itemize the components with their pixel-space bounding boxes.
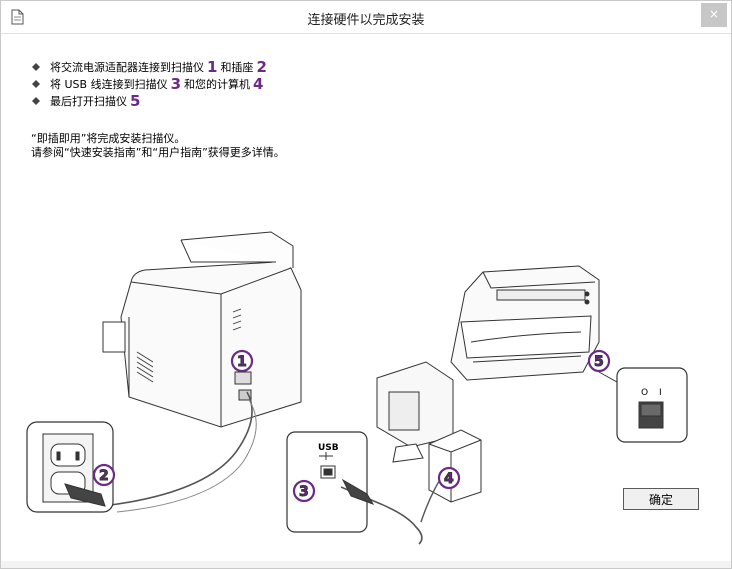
badge-1-number: 1 <box>237 354 247 370</box>
step-number: 2 <box>256 57 267 76</box>
scanner-front-illustration <box>450 265 600 381</box>
bullet-icon <box>32 96 40 105</box>
note-line-1: “即插即用”将完成安装扫描仪。 <box>31 132 186 145</box>
badge-4: 4 <box>437 466 461 490</box>
bottom-edge <box>1 561 731 568</box>
step-number: 4 <box>253 74 264 93</box>
instruction-step-3: 最后打开扫描仪 5 <box>31 91 270 110</box>
instruction-step-1: 将交流电源适配器连接到扫描仪 1 和插座 2 <box>31 57 270 76</box>
badge-1: 1 <box>230 349 254 373</box>
title-bar: 连接硬件以完成安装 × <box>1 1 731 34</box>
step-text: 最后打开扫描仪 <box>50 94 127 108</box>
step-text: 和插座 <box>220 60 254 74</box>
step-number: 1 <box>207 57 218 76</box>
step-text: 和您的计算机 <box>184 77 251 91</box>
close-button[interactable]: × <box>701 3 727 27</box>
badge-5: 5 <box>587 349 611 373</box>
bullet-icon <box>32 62 40 71</box>
note-line-2: 请参阅“快速安装指南”和“用户指南”获得更多详情。 <box>31 146 285 159</box>
content-area: 将交流电源适配器连接到扫描仪 1 和插座 2 将 USB 线连接到扫描仪 3 和… <box>1 34 731 561</box>
power-switch-illustration <box>598 367 688 443</box>
badge-2: 2 <box>92 463 116 487</box>
step-text: 将 USB 线连接到扫描仪 <box>50 77 168 91</box>
step-number: 5 <box>130 91 141 110</box>
badge-2-number: 2 <box>99 468 109 484</box>
usb-label: USB <box>318 443 339 453</box>
bullet-icon <box>32 79 40 88</box>
badge-3: 3 <box>292 479 316 503</box>
switch-on-label: I <box>659 388 662 398</box>
help-note: “即插即用”将完成安装扫描仪。 请参阅“快速安装指南”和“用户指南”获得更多详情… <box>31 132 285 160</box>
badge-3-number: 3 <box>299 484 309 500</box>
instruction-list: 将交流电源适配器连接到扫描仪 1 和插座 2 将 USB 线连接到扫描仪 3 和… <box>31 57 270 110</box>
computer-illustration <box>376 361 482 523</box>
installer-window: 连接硬件以完成安装 × 将交流电源适配器连接到扫描仪 1 和插座 2 将 USB… <box>0 0 732 569</box>
window-title: 连接硬件以完成安装 <box>307 13 425 28</box>
switch-off-label: O <box>641 388 648 398</box>
badge-4-number: 4 <box>444 471 454 487</box>
instruction-step-2: 将 USB 线连接到扫描仪 3 和您的计算机 4 <box>31 74 270 93</box>
ok-button[interactable]: 确定 <box>623 488 699 510</box>
connection-diagram: USB O I 1 2 3 4 5 <box>26 231 688 545</box>
step-text: 将交流电源适配器连接到扫描仪 <box>50 60 204 74</box>
step-number: 3 <box>170 74 182 93</box>
badge-5-number: 5 <box>594 354 604 370</box>
scanner-rear-illustration <box>102 231 302 428</box>
